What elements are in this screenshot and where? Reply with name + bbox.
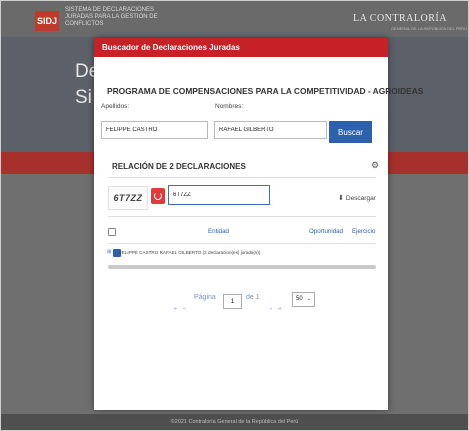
table-row[interactable]: FELIPPE CASTRO RAFAEL GILBERTO (2 declar… (119, 250, 260, 255)
gear-icon[interactable]: ⚙ (371, 160, 379, 171)
prev-page-icon[interactable]: ⇠ (183, 306, 187, 312)
apellidos-label: Apellidos: (101, 103, 130, 110)
page-number-input[interactable] (223, 294, 242, 309)
horizontal-scrollbar[interactable] (108, 265, 376, 269)
refresh-icon (154, 192, 162, 200)
column-oportunidad[interactable]: Oportunidad (309, 228, 343, 235)
download-label: Descargar (345, 195, 376, 202)
program-title: PROGRAMA DE COMPENSACIONES PARA LA COMPE… (107, 86, 424, 96)
search-modal: Buscador de Declaraciones Juradas PROGRA… (94, 38, 423, 410)
nombres-label: Nombres: (215, 103, 244, 110)
last-page-icon[interactable]: ⇥ (277, 306, 281, 312)
site-logo-text: SISTEMA DE DECLARACIONES JURADAS PARA LA… (65, 7, 158, 27)
page-count-label: de 1 (246, 294, 260, 301)
brand-subtitle: GENERAL DE LA REPÚBLICA DEL PERÚ (391, 26, 467, 31)
download-icon: ⬇ (338, 195, 344, 202)
page-size-value: 50 (296, 296, 303, 302)
chevron-down-icon: ⌄ (306, 296, 311, 302)
search-button[interactable]: Buscar (329, 121, 372, 143)
apellidos-input[interactable] (101, 121, 208, 139)
captcha-input[interactable] (168, 185, 270, 205)
download-button[interactable]: ⬇ Descargar (338, 194, 376, 202)
table-header-divider (108, 243, 376, 244)
results-title: RELACIÓN DE 2 DECLARACIONES (112, 162, 246, 171)
divider (108, 177, 376, 178)
expand-row-icon[interactable]: ⊞ (107, 249, 111, 255)
site-footer: ©2021 Contraloría General de la Repúblic… (1, 414, 468, 430)
nombres-input[interactable] (214, 121, 327, 139)
refresh-captcha-button[interactable] (151, 188, 165, 204)
page-frame: SIDJ SISTEMA DE DECLARACIONES JURADAS PA… (0, 0, 469, 431)
next-page-icon[interactable]: ⇢ (268, 306, 272, 312)
captcha-image: 6T7ZZ (108, 186, 148, 210)
modal-title: Buscador de Declaraciones Juradas (94, 38, 388, 57)
first-page-icon[interactable]: ⇤ (174, 306, 178, 312)
page-size-select[interactable]: 50 ⌄ (292, 292, 315, 307)
divider (108, 216, 376, 217)
column-ejercicio[interactable]: Ejercicio (352, 228, 375, 235)
site-logo: SIDJ (35, 11, 59, 31)
brand-name: LA CONTRALORÍA (353, 13, 447, 24)
page-label: Página (194, 294, 216, 301)
column-entidad[interactable]: Entidad (208, 228, 229, 235)
select-all-checkbox[interactable] (108, 228, 116, 236)
